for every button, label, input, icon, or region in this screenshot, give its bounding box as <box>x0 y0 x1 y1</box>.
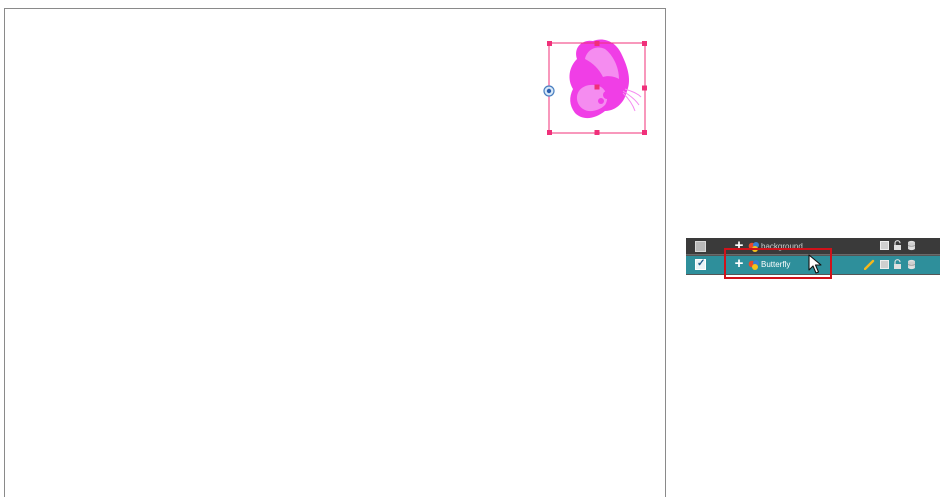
stage-canvas[interactable] <box>4 8 666 497</box>
pivot-point-icon[interactable] <box>543 85 555 97</box>
layer-color-square-icon[interactable] <box>880 241 889 250</box>
layer-properties-icon[interactable] <box>907 240 916 251</box>
layer-color-square-icon[interactable] <box>880 260 889 269</box>
butterfly-icon[interactable] <box>539 29 649 139</box>
lock-icon[interactable] <box>893 259 902 270</box>
mouse-cursor-icon <box>808 254 822 274</box>
layer-properties-icon[interactable] <box>907 259 916 270</box>
pencil-icon[interactable] <box>864 259 875 270</box>
checkmark-icon: ✓ <box>697 258 706 269</box>
lock-icon[interactable] <box>893 240 902 251</box>
layer-visibility-checkbox[interactable] <box>695 241 706 252</box>
butterfly-drawing[interactable] <box>539 29 649 139</box>
layer-visibility-checkbox[interactable]: ✓ <box>695 258 706 270</box>
butterfly-wings <box>569 39 642 119</box>
